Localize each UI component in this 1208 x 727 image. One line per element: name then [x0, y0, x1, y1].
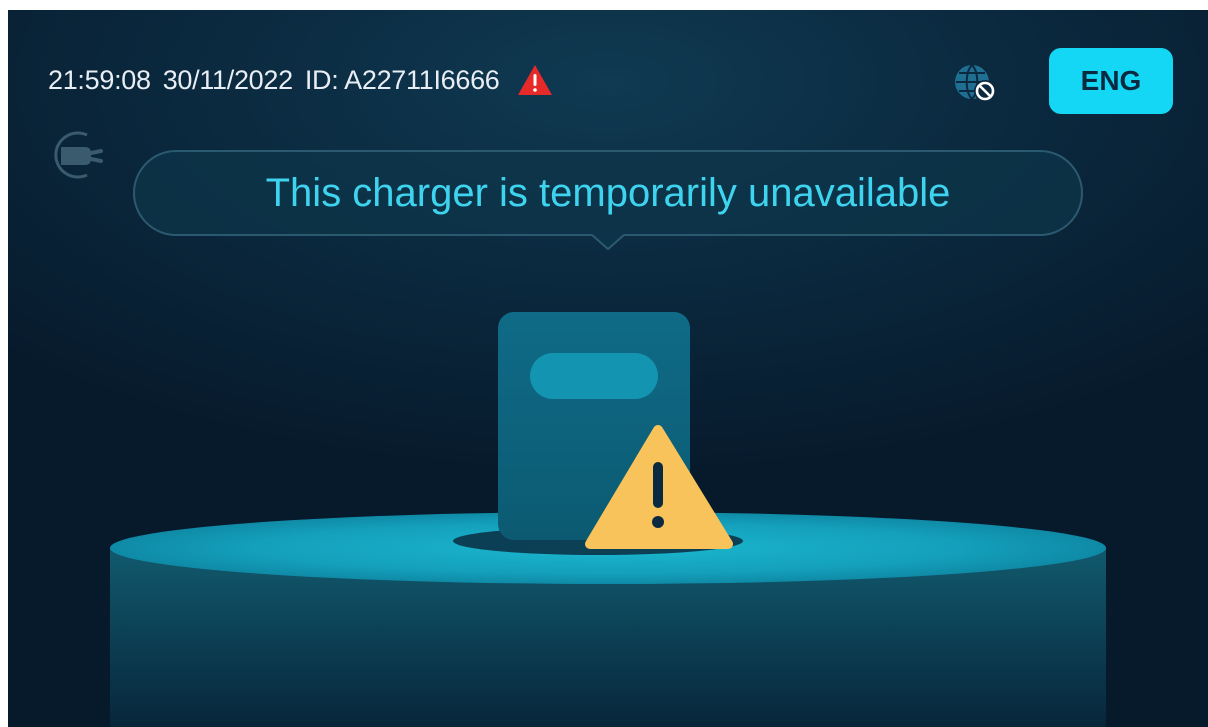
language-button-label: ENG [1080, 65, 1142, 96]
unavailable-illustration [110, 312, 1106, 727]
status-message-text: This charger is temporarily unavailable [265, 170, 951, 215]
ev-plug-icon [54, 131, 103, 179]
time-display: 21:59:08 [48, 64, 151, 95]
date-display: 30/11/2022 [162, 64, 293, 95]
warning-triangle-icon[interactable] [516, 63, 554, 97]
status-bar: 21:59:08 30/11/2022 ID: A22711I6666 [48, 62, 554, 98]
status-message-bubble: This charger is temporarily unavailable [132, 149, 1084, 254]
charger-id: ID: A22711I6666 [304, 64, 500, 95]
language-button[interactable]: ENG [1049, 48, 1173, 114]
charger-display [530, 353, 658, 399]
charger-screen: 21:59:08 30/11/2022 ID: A22711I6666 ENG … [8, 10, 1208, 727]
network-offline-icon [955, 64, 996, 102]
